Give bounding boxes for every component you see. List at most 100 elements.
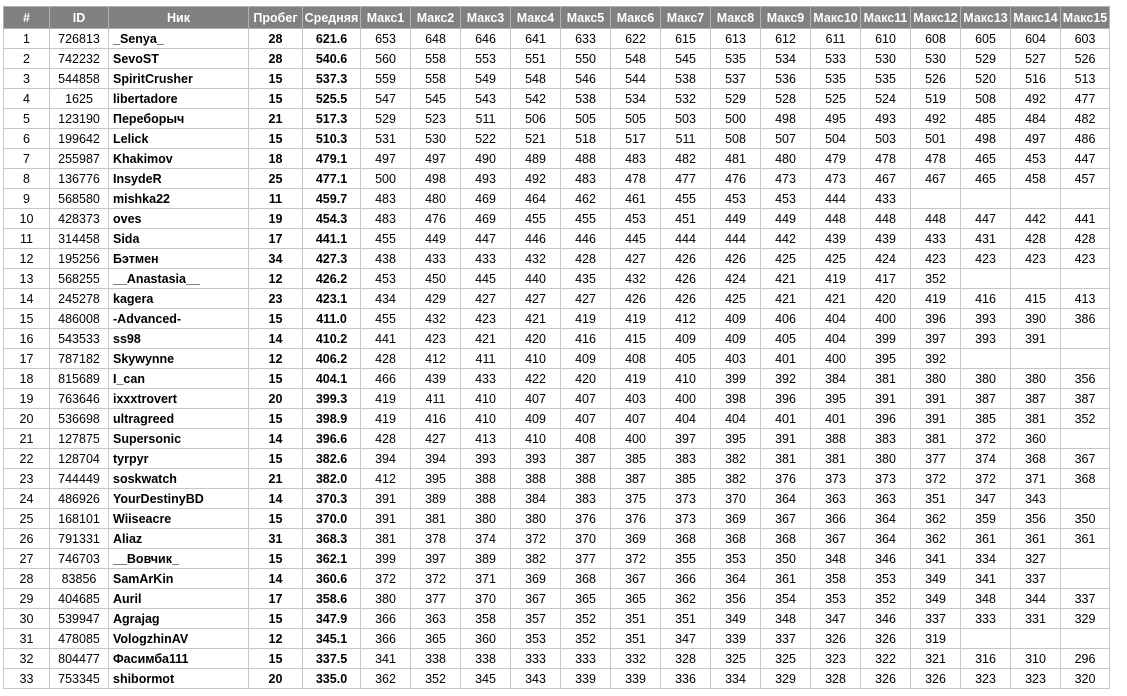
max-cell: 406 <box>760 308 811 329</box>
max-cell: 323 <box>960 668 1011 689</box>
runs-cell: 15 <box>248 648 303 669</box>
max-cell: 435 <box>560 268 611 289</box>
id-cell: 136776 <box>49 168 109 189</box>
nick-cell: _Senya_ <box>108 28 249 49</box>
max-cell: 648 <box>410 28 461 49</box>
id-cell: 763646 <box>49 388 109 409</box>
rank-cell: 1 <box>3 28 50 49</box>
table-row: 11 314458 Sida 17 441.1 455 449 447 446 446 445 444… <box>3 228 1110 249</box>
nick-cell: ultragreed <box>108 408 249 429</box>
max-cell: 427 <box>560 288 611 309</box>
average-cell: 517.3 <box>302 108 361 129</box>
max-cell: 425 <box>810 248 861 269</box>
max-cell: 508 <box>710 128 761 149</box>
max-cell: 441 <box>360 328 411 349</box>
max-cell <box>960 628 1011 649</box>
max-cell: 372 <box>410 568 461 589</box>
column-header: Макс7 <box>660 6 711 29</box>
runs-cell: 15 <box>248 408 303 429</box>
max-cell: 546 <box>560 68 611 89</box>
rank-cell: 24 <box>3 488 50 509</box>
max-cell: 405 <box>660 348 711 369</box>
nick-cell: YourDestinyBD <box>108 488 249 509</box>
max-cell: 369 <box>610 528 661 549</box>
max-cell: 336 <box>660 668 711 689</box>
max-cell: 361 <box>1010 528 1061 549</box>
max-cell: 486 <box>1060 128 1110 149</box>
max-cell: 409 <box>560 348 611 369</box>
max-cell: 483 <box>560 168 611 189</box>
max-cell: 326 <box>810 628 861 649</box>
max-cell: 529 <box>960 48 1011 69</box>
max-cell: 531 <box>360 128 411 149</box>
max-cell: 425 <box>760 248 811 269</box>
max-cell: 368 <box>560 568 611 589</box>
max-cell: 353 <box>860 568 911 589</box>
max-cell: 366 <box>810 508 861 529</box>
column-header: Макс14 <box>1010 6 1061 29</box>
max-cell: 351 <box>610 608 661 629</box>
max-cell: 477 <box>660 168 711 189</box>
max-cell: 413 <box>1060 288 1110 309</box>
runs-cell: 14 <box>248 488 303 509</box>
max-cell: 358 <box>810 568 861 589</box>
table-row: 21 127875 Supersonic 14 396.6 428 427 413 410 408… <box>3 428 1110 449</box>
max-cell: 500 <box>360 168 411 189</box>
max-cell: 403 <box>710 348 761 369</box>
max-cell: 296 <box>1060 648 1110 669</box>
average-cell: 459.7 <box>302 188 361 209</box>
rank-cell: 11 <box>3 228 50 249</box>
max-cell: 497 <box>410 148 461 169</box>
max-cell: 356 <box>1010 508 1061 529</box>
max-cell: 497 <box>360 148 411 169</box>
max-cell: 360 <box>460 628 511 649</box>
max-cell: 432 <box>610 268 661 289</box>
max-cell: 394 <box>410 448 461 469</box>
max-cell: 604 <box>1010 28 1061 49</box>
id-cell: 478085 <box>49 628 109 649</box>
max-cell: 383 <box>860 428 911 449</box>
max-cell: 370 <box>460 588 511 609</box>
max-cell: 380 <box>1010 368 1061 389</box>
max-cell: 373 <box>660 508 711 529</box>
max-cell: 361 <box>760 568 811 589</box>
max-cell: 387 <box>560 448 611 469</box>
average-cell: 370.0 <box>302 508 361 529</box>
max-cell: 404 <box>810 308 861 329</box>
average-cell: 370.3 <box>302 488 361 509</box>
max-cell: 385 <box>610 448 661 469</box>
max-cell: 517 <box>610 128 661 149</box>
max-cell: 498 <box>760 108 811 129</box>
max-cell: 347 <box>810 608 861 629</box>
max-cell: 349 <box>710 608 761 629</box>
max-cell: 408 <box>610 348 661 369</box>
max-cell: 423 <box>410 328 461 349</box>
max-cell: 385 <box>660 468 711 489</box>
max-cell: 349 <box>910 568 961 589</box>
max-cell: 519 <box>910 88 961 109</box>
max-cell: 371 <box>460 568 511 589</box>
max-cell: 548 <box>510 68 561 89</box>
max-cell: 326 <box>860 628 911 649</box>
max-cell: 372 <box>960 468 1011 489</box>
max-cell <box>1060 548 1110 569</box>
id-cell: 536698 <box>49 408 109 429</box>
table-row: 18 815689 I_can 15 404.1 466 439 433 422 420 419 41… <box>3 368 1110 389</box>
max-cell: 325 <box>710 648 761 669</box>
runs-cell: 17 <box>248 228 303 249</box>
max-cell: 559 <box>360 68 411 89</box>
max-cell <box>1010 188 1061 209</box>
max-cell: 449 <box>410 228 461 249</box>
rank-cell: 27 <box>3 548 50 569</box>
id-cell: 486008 <box>49 308 109 329</box>
rank-cell: 18 <box>3 368 50 389</box>
max-cell: 400 <box>860 308 911 329</box>
max-cell: 441 <box>1060 208 1110 229</box>
nick-cell: ixxxtrovert <box>108 388 249 409</box>
table-row: 6 199642 Lelick 15 510.3 531 530 522 521 518 517 51… <box>3 128 1110 149</box>
id-cell: 804477 <box>49 648 109 669</box>
rank-cell: 3 <box>3 68 50 89</box>
table-row: 29 404685 Auril 17 358.6 380 377 370 367 365 365 36… <box>3 588 1110 609</box>
max-cell: 490 <box>460 148 511 169</box>
max-cell: 522 <box>460 128 511 149</box>
